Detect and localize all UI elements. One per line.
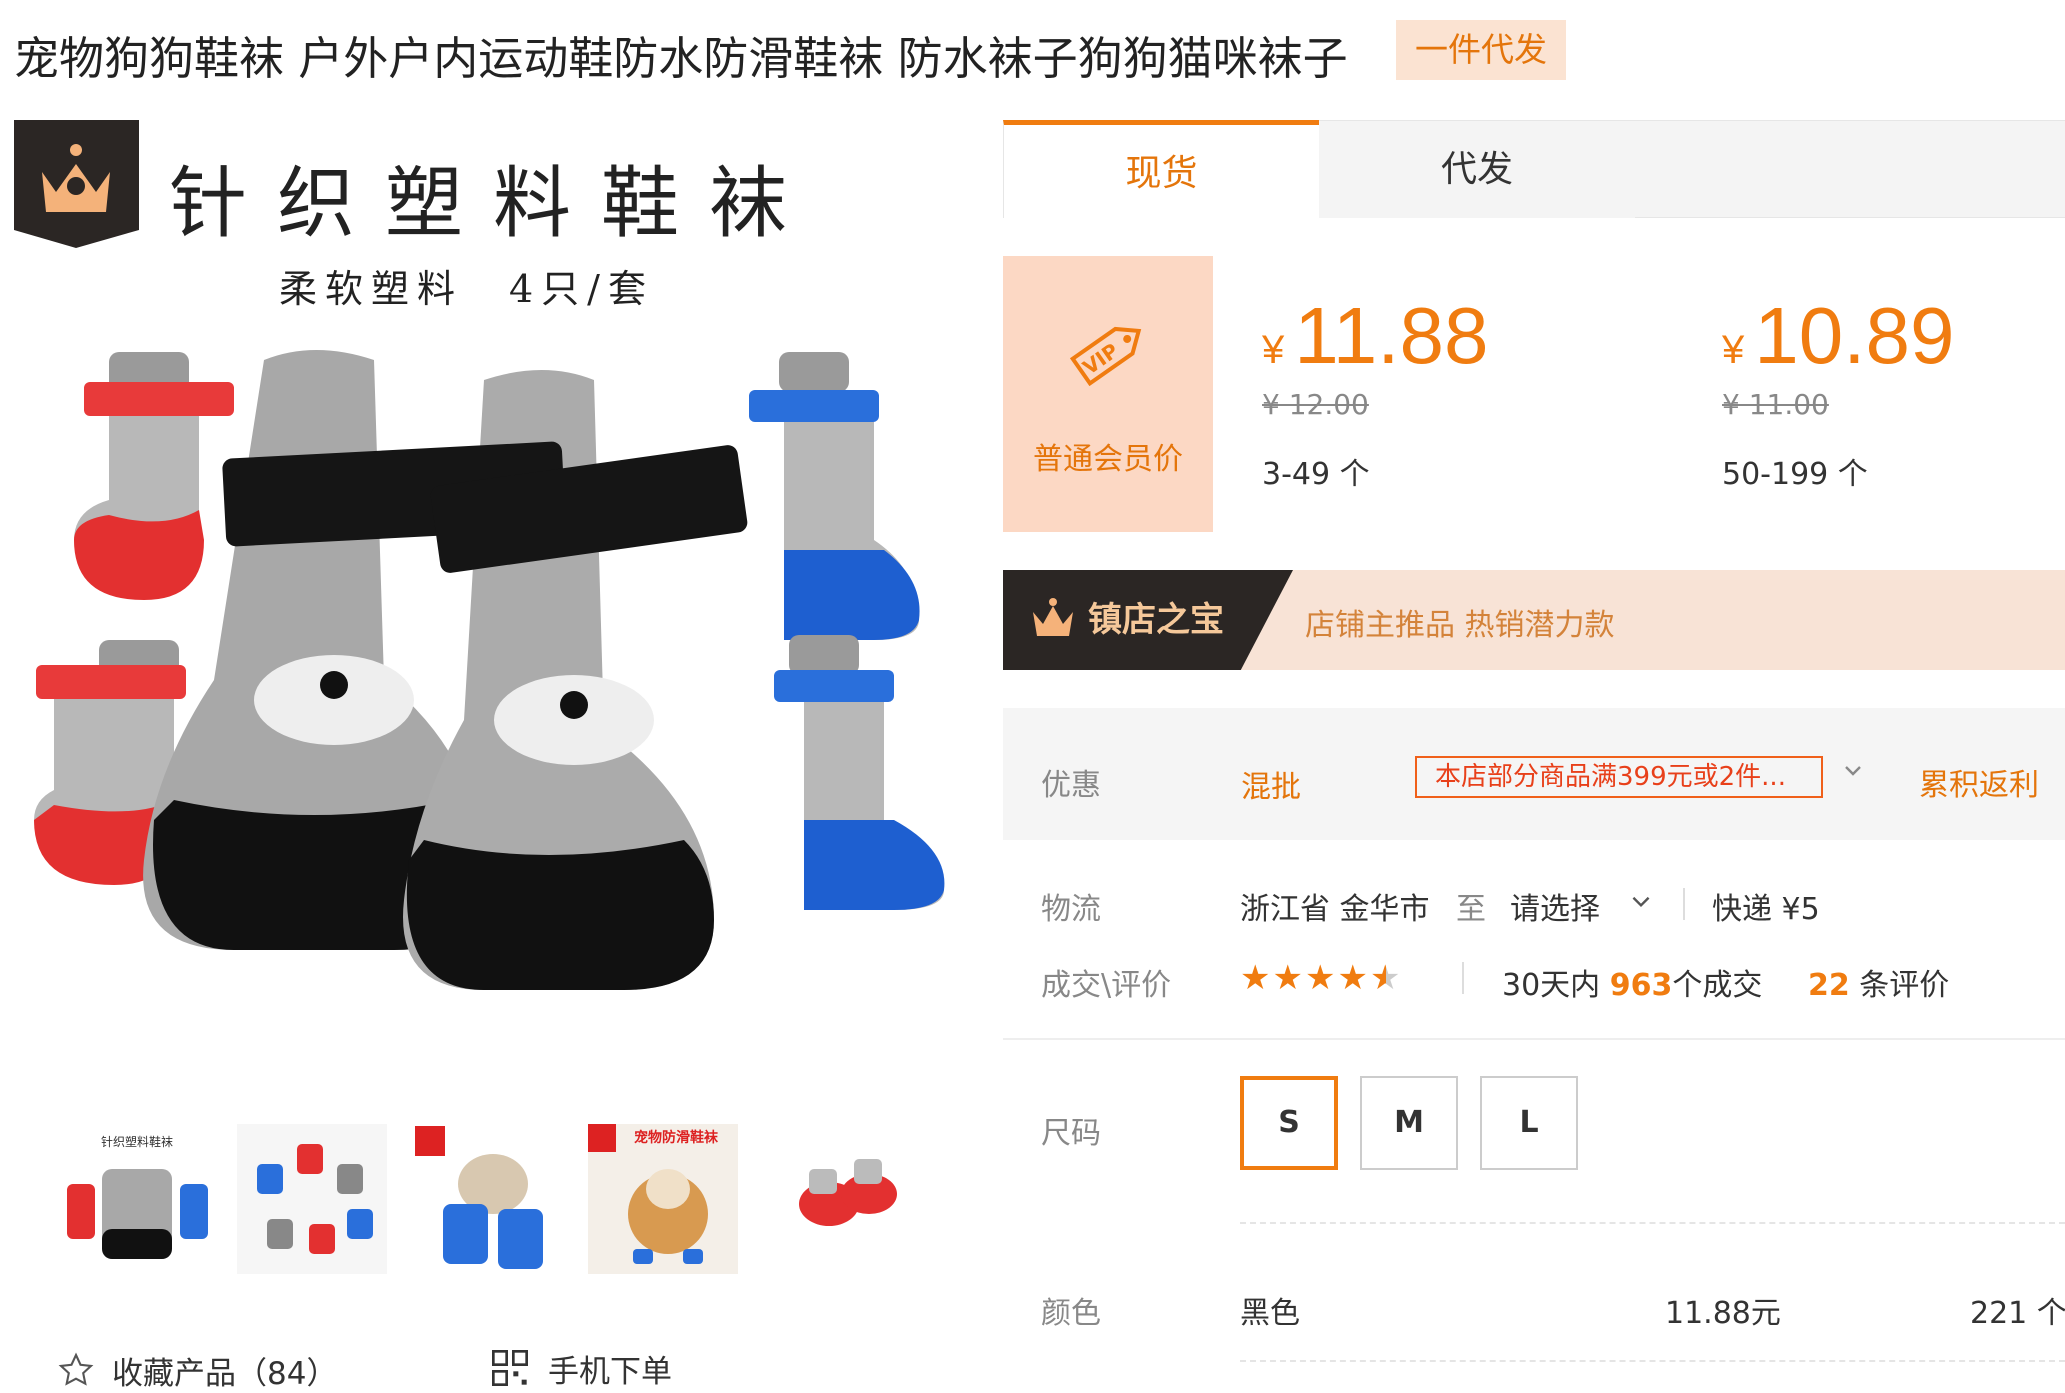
thumbnail-1[interactable]: 针织塑料鞋袜 (62, 1124, 212, 1274)
rating-stars: ★★★★★ (1240, 958, 1402, 998)
tab-bar-filler (1635, 120, 2065, 218)
shipping-cost: 快递 ¥5 (1712, 892, 1820, 927)
color-option-stock: 221 个可 (1970, 1296, 2065, 1331)
destination-select[interactable]: 请选择 (1510, 884, 1600, 928)
price-value: 11.88 (1294, 291, 1489, 380)
promo-tag[interactable]: 本店部分商品满399元或2件... (1415, 756, 1823, 798)
thumbnail-3[interactable] (413, 1124, 563, 1274)
price-tier-1: ¥11.88 ¥ 12.00 3-49 个 (1262, 290, 1489, 493)
color-option-name: 黑色 (1240, 1296, 1300, 1331)
mobile-order-button[interactable]: 手机下单 (490, 1348, 672, 1390)
sales-count: 963 (1609, 968, 1673, 1003)
purchase-mode-tabs: 现货 代发 (1003, 120, 2065, 220)
image-heading: 针织塑料鞋袜 (169, 159, 817, 249)
promo-type: 混批 (1241, 770, 1301, 805)
review-count-link[interactable]: 22 条评价 (1808, 960, 1949, 1004)
promo-label: 优惠 (1041, 768, 1101, 803)
store-treasure-banner: 镇店之宝 店铺主推品 热销潜力款 (1003, 570, 2065, 670)
logistics-label: 物流 (1041, 892, 1101, 927)
vip-price-box: VIP 普通会员价 (1003, 256, 1213, 532)
quantity-range: 3-49 个 (1262, 457, 1370, 492)
treasure-subtitle: 店铺主推品 热销潜力款 (1305, 608, 1615, 643)
size-label: 尺码 (1041, 1116, 1101, 1151)
ship-to-word: 至 (1456, 892, 1486, 927)
svg-text:宠物防滑鞋袜: 宠物防滑鞋袜 (634, 1129, 719, 1146)
price-tier-2: ¥10.89 ¥ 11.00 50-199 个 (1722, 290, 1954, 493)
sales-summary: 30天内 963个成交 (1502, 968, 1763, 1003)
product-title: 宠物狗狗鞋袜 户外户内运动鞋防水防滑鞋袜 防水袜子狗狗猫咪袜子 (14, 32, 1348, 85)
size-option-m[interactable]: M (1360, 1076, 1458, 1170)
star-icon: ★ (1240, 958, 1273, 998)
original-price: ¥ 11.00 (1722, 388, 1829, 421)
original-price: ¥ 12.00 (1262, 388, 1369, 421)
vip-label: 普通会员价 (1033, 442, 1183, 477)
divider (1240, 1360, 2065, 1362)
tab-spot[interactable]: 现货 (1003, 120, 1319, 218)
quantity-range: 50-199 个 (1722, 457, 1868, 492)
crown-icon (1033, 598, 1073, 636)
divider (1003, 1038, 2065, 1040)
favorite-button[interactable]: 收藏产品（84） (58, 1350, 338, 1392)
treasure-title: 镇店之宝 (1088, 600, 1224, 640)
mobile-order-label: 手机下单 (548, 1353, 672, 1390)
price-value: 10.89 (1754, 291, 1955, 380)
rebate-link[interactable]: 累积返利 (1919, 760, 2039, 804)
color-option-price: 11.88元 (1665, 1296, 1781, 1331)
thumbnail-2[interactable] (237, 1124, 387, 1274)
half-star-icon: ★ (1369, 958, 1403, 998)
favorite-label: 收藏产品（84） (112, 1355, 338, 1392)
thumbnail-4[interactable]: 宠物防滑鞋袜 (588, 1124, 738, 1274)
thumbnail-5[interactable] (764, 1124, 914, 1274)
crown-logo (14, 120, 139, 248)
divider (1462, 962, 1464, 994)
review-count: 22 (1808, 968, 1850, 1003)
ship-from: 浙江省 金华市 (1240, 892, 1430, 927)
star-icon: ★ (1304, 958, 1338, 998)
size-option-s[interactable]: S (1240, 1076, 1338, 1170)
chevron-down-icon[interactable] (1628, 888, 1654, 918)
dropship-badge: 一件代发 (1396, 20, 1566, 80)
star-outline-icon (58, 1352, 94, 1386)
divider (1683, 888, 1685, 920)
main-product-image[interactable]: 针织塑料鞋袜 柔软塑料 4只/套 (14, 120, 964, 1060)
chevron-down-icon[interactable] (1841, 758, 1865, 789)
size-option-l[interactable]: L (1480, 1076, 1578, 1170)
color-label: 颜色 (1041, 1296, 1101, 1331)
reviews-label: 成交\评价 (1041, 968, 1172, 1003)
tab-dropship[interactable]: 代发 (1319, 120, 1635, 218)
divider (1240, 1222, 2065, 1224)
image-subheading: 柔软塑料 4只/套 (279, 267, 654, 311)
currency-symbol: ¥ (1262, 328, 1285, 372)
svg-text:针织塑料鞋袜: 针织塑料鞋袜 (101, 1134, 173, 1149)
vip-tag-icon: VIP (1069, 326, 1142, 387)
currency-symbol: ¥ (1722, 328, 1745, 372)
star-icon: ★ (1337, 958, 1370, 998)
promotion-row: 优惠 混批 本店部分商品满399元或2件... 累积返利 (1003, 708, 2065, 840)
star-icon: ★ (1272, 958, 1305, 998)
qr-code-icon (492, 1350, 528, 1386)
